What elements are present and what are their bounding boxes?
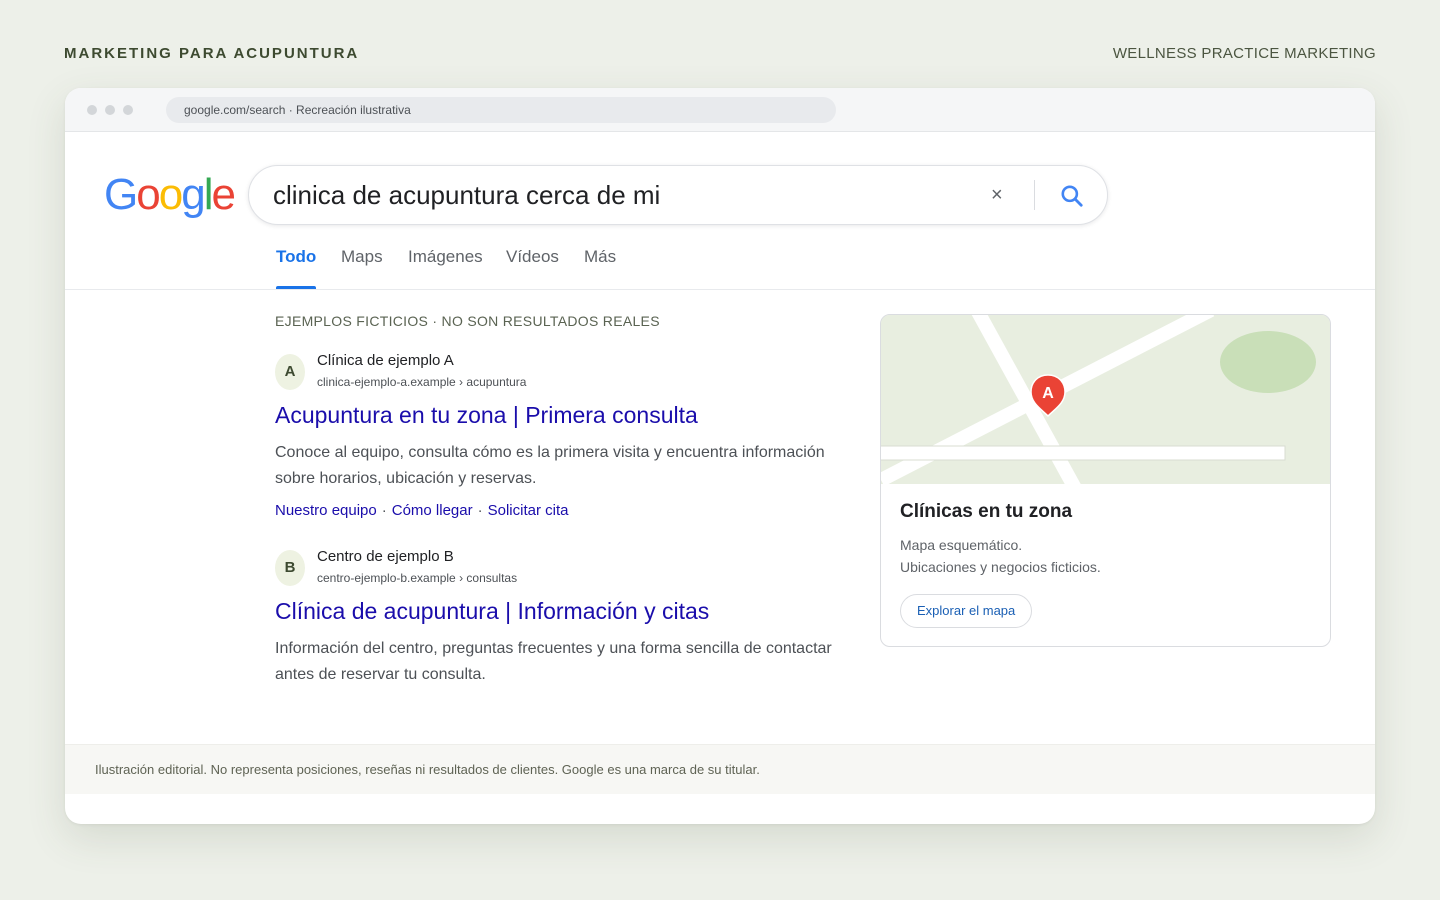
search-input[interactable]: clinica de acupuntura cerca de mi (273, 180, 660, 210)
card-title: Clínicas en tu zona (900, 501, 1073, 522)
explore-map-button[interactable]: Explorar el mapa (900, 594, 1033, 628)
tab-maps[interactable]: Maps (341, 246, 383, 289)
site-url[interactable]: clinica-ejemplo-a.example › acupuntura (317, 375, 526, 389)
window-dot-icon (105, 105, 115, 115)
address-bar[interactable]: google.com/search · Recreación ilustrati… (166, 97, 836, 123)
logo-letter: o (158, 170, 184, 219)
sitelink-como-llegar[interactable]: Cómo llegar (392, 502, 473, 519)
window-dot-icon (123, 105, 133, 115)
sitelink-separator: · (477, 502, 483, 519)
sitelinks: Nuestro equipo · Cómo llegar · Solicitar cit… (275, 502, 568, 519)
card-description: Mapa esquemático. Ubicaciones y negocios… (900, 534, 1101, 578)
logo-letter: e (211, 170, 236, 219)
browser-window: google.com/search · Recreación ilustrati… (65, 88, 1375, 824)
sitelink-separator: · (381, 502, 387, 519)
tabs-divider (65, 289, 1375, 290)
footer-disclaimer: Ilustración editorial. No representa pos… (95, 762, 760, 777)
search-box[interactable]: clinica de acupuntura cerca de mi × (248, 165, 1108, 225)
result-title-link[interactable]: Acupuntura en tu zona | Primera consulta (275, 402, 698, 429)
tab-todo[interactable]: Todo (276, 246, 317, 289)
card-description-line: Ubicaciones y negocios ficticios. (900, 559, 1101, 575)
logo-letter: l (203, 170, 214, 219)
map-road (881, 445, 1286, 461)
local-map-card: A Clínicas en tu zona Mapa esquemático. … (880, 314, 1331, 647)
search-divider (1034, 180, 1035, 210)
map-illustration: A (881, 315, 1330, 484)
logo-letter: g (181, 170, 206, 219)
site-url[interactable]: centro-ejemplo-b.example › consultas (317, 571, 517, 585)
tagline-label: WELLNESS PRACTICE MARKETING (1112, 45, 1376, 62)
result-snippet: Conoce al equipo, consulta cómo es la pr… (275, 444, 825, 487)
tab-mas[interactable]: Más (584, 246, 616, 289)
site-name[interactable]: Centro de ejemplo B (317, 548, 454, 565)
map-preview[interactable]: A (881, 315, 1330, 484)
tab-imagenes[interactable]: Imágenes (408, 246, 483, 289)
window-dot-icon (87, 105, 97, 115)
sitelink-nuestro-equipo[interactable]: Nuestro equipo (275, 502, 377, 519)
card-description-line: Mapa esquemático. (900, 537, 1023, 553)
site-name[interactable]: Clínica de ejemplo A (317, 352, 454, 369)
results-disclaimer: EJEMPLOS FICTICIOS · NO SON RESULTADOS R… (275, 313, 660, 329)
tab-videos[interactable]: Vídeos (506, 246, 559, 289)
park-area (1220, 331, 1316, 393)
result-title-link[interactable]: Clínica de acupuntura | Información y ci… (275, 598, 709, 625)
site-favicon: B (275, 550, 305, 586)
site-favicon: A (275, 354, 305, 390)
google-logo[interactable]: Google (104, 170, 236, 220)
result-snippet: Información del centro, preguntas frecue… (275, 640, 832, 683)
brand-label: MARKETING PARA ACUPUNTURA (64, 45, 360, 62)
footer: Ilustración editorial. No representa pos… (65, 744, 1375, 794)
browser-chrome: google.com/search · Recreación ilustrati… (65, 88, 1375, 132)
sitelink-solicitar-cita[interactable]: Solicitar cita (488, 502, 569, 519)
close-icon[interactable]: × (991, 182, 1003, 208)
logo-letter: o (136, 170, 161, 219)
logo-letter: G (104, 170, 138, 219)
search-icon[interactable] (1059, 183, 1085, 209)
map-pin-label: A (1042, 385, 1054, 402)
